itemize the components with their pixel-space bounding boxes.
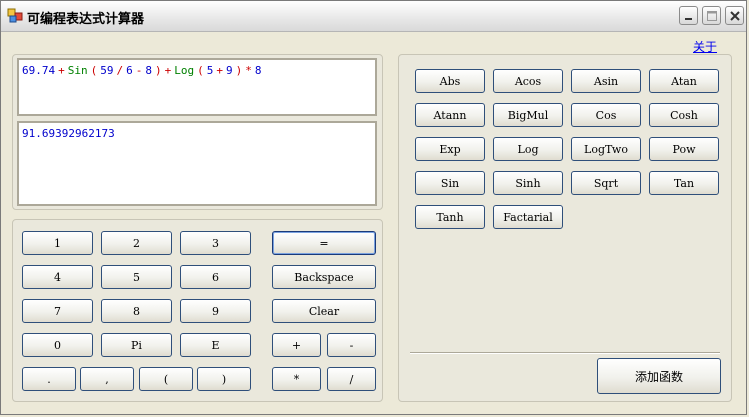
function-exp-button[interactable]: Exp — [415, 137, 485, 161]
function-sin-button[interactable]: Sin — [415, 171, 485, 195]
maximize-button[interactable] — [702, 6, 721, 25]
equals-button[interactable]: = — [272, 231, 376, 255]
divide-button[interactable]: / — [327, 367, 376, 391]
close-button[interactable] — [725, 6, 744, 25]
window-title: 可编程表达式计算器 — [27, 12, 145, 27]
expression-token: - — [135, 64, 143, 77]
result-output[interactable]: 91.69392962173 — [17, 121, 377, 206]
function-tanh-button[interactable]: Tanh — [415, 205, 485, 229]
expression-token: 8 — [145, 64, 152, 77]
functions-divider — [410, 352, 720, 354]
minimize-button[interactable] — [679, 6, 698, 25]
expression-token: ) — [235, 64, 243, 77]
close-paren-button[interactable]: ) — [197, 367, 251, 391]
function-tan-button[interactable]: Tan — [649, 171, 719, 195]
expression-token: / — [116, 64, 124, 77]
digit-9-button[interactable]: 9 — [180, 299, 251, 323]
result-value: 91.69392962173 — [22, 127, 115, 140]
function-cos-button[interactable]: Cos — [571, 103, 641, 127]
function-bigmul-button[interactable]: BigMul — [493, 103, 563, 127]
about-link[interactable]: 关于 — [693, 38, 717, 55]
expression-token: 9 — [226, 64, 233, 77]
maximize-icon — [707, 11, 717, 21]
expression-token: 69.74 — [22, 64, 56, 77]
minimize-icon — [685, 18, 692, 20]
digit-1-button[interactable]: 1 — [22, 231, 93, 255]
digit-7-button[interactable]: 7 — [22, 299, 93, 323]
function-atan-button[interactable]: Atan — [649, 69, 719, 93]
function-abs-button[interactable]: Abs — [415, 69, 485, 93]
title-bar[interactable]: 可编程表达式计算器 — [1, 1, 746, 32]
expression-token: Log — [174, 64, 195, 77]
expression-token: 5 — [206, 64, 214, 77]
e-button[interactable]: E — [180, 333, 251, 357]
expression-token: ( — [197, 64, 204, 77]
digit-4-button[interactable]: 4 — [22, 265, 93, 289]
function-pow-button[interactable]: Pow — [649, 137, 719, 161]
digit-5-button[interactable]: 5 — [101, 265, 172, 289]
function-atann-button[interactable]: Atann — [415, 103, 485, 127]
app-window: 可编程表达式计算器 关于 69.74 + Sin(59/6-8) + Log(5 +9) *… — [0, 0, 747, 415]
function-cosh-button[interactable]: Cosh — [649, 103, 719, 127]
function-acos-button[interactable]: Acos — [493, 69, 563, 93]
open-paren-button[interactable]: ( — [139, 367, 193, 391]
function-logtwo-button[interactable]: LogTwo — [571, 137, 641, 161]
expression-input[interactable]: 69.74 + Sin(59/6-8) + Log(5 +9) * 8 — [17, 58, 377, 116]
function-log-button[interactable]: Log — [493, 137, 563, 161]
expression-token: * — [245, 64, 252, 77]
expression-token: + — [58, 64, 65, 77]
expression-token: + — [216, 64, 223, 77]
add-function-button[interactable]: 添加函数 — [597, 358, 721, 394]
function-sinh-button[interactable]: Sinh — [493, 171, 563, 195]
digit-0-button[interactable]: 0 — [22, 333, 93, 357]
function-factarial-button[interactable]: Factarial — [493, 205, 563, 229]
backspace-button[interactable]: Backspace — [272, 265, 376, 289]
expression-token: ( — [90, 64, 98, 77]
expression-token: 6 — [126, 64, 133, 77]
close-icon — [730, 11, 740, 21]
plus-button[interactable]: + — [272, 333, 321, 357]
expression-token: + — [164, 64, 172, 77]
app-icon — [7, 8, 23, 23]
expression-token: ) — [155, 64, 162, 77]
expression-token: Sin — [67, 64, 88, 77]
function-sqrt-button[interactable]: Sqrt — [571, 171, 641, 195]
pi-button[interactable]: Pi — [101, 333, 172, 357]
digit-2-button[interactable]: 2 — [101, 231, 172, 255]
digit-3-button[interactable]: 3 — [180, 231, 251, 255]
function-asin-button[interactable]: Asin — [571, 69, 641, 93]
multiply-button[interactable]: * — [272, 367, 321, 391]
comma-button[interactable]: , — [80, 367, 134, 391]
minus-button[interactable]: - — [327, 333, 376, 357]
clear-button[interactable]: Clear — [272, 299, 376, 323]
expression-token: 59 — [100, 64, 114, 77]
digit-6-button[interactable]: 6 — [180, 265, 251, 289]
expression-token: 8 — [254, 64, 262, 77]
digit-8-button[interactable]: 8 — [101, 299, 172, 323]
decimal-point-button[interactable]: . — [22, 367, 76, 391]
